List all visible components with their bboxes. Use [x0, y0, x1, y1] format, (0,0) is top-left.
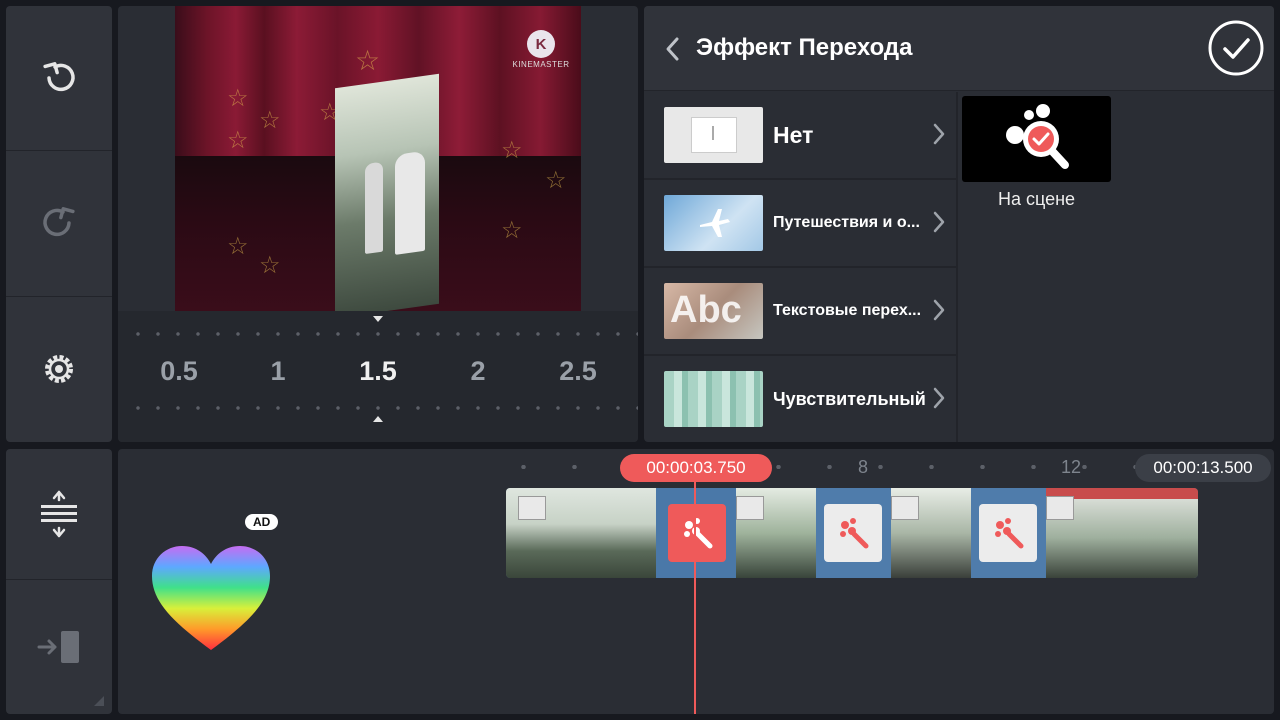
category-list: Нет Путешествия и о... Abc Текстовые пер… — [644, 92, 956, 442]
magic-wand-icon — [840, 518, 869, 549]
magic-wand-icon — [995, 518, 1024, 549]
speed-value-selected[interactable]: 1.5 — [348, 356, 408, 387]
preview-panel: ☆ ☆ ☆ ☆ ☆ ☆ ☆ ☆ ☆ ☆ K KINEMASTER 0.5 1 1… — [118, 6, 638, 442]
person-figure — [365, 161, 383, 255]
settings-button[interactable] — [6, 297, 112, 441]
sensitive-thumb — [664, 371, 763, 427]
effect-label: На сцене — [997, 189, 1076, 209]
total-time-badge: 00:00:13.500 — [1135, 454, 1271, 482]
logo-text: KINEMASTER — [512, 60, 570, 69]
transition-marker[interactable] — [824, 504, 882, 562]
clip-strip[interactable] — [506, 488, 1198, 578]
transition-marker[interactable] — [979, 504, 1037, 562]
chevron-right-icon — [933, 123, 945, 145]
export-button[interactable] — [6, 580, 112, 714]
category-label: Путешествия и о... — [773, 214, 920, 231]
star-decoration: ☆ — [227, 127, 249, 154]
none-thumb — [664, 107, 763, 163]
video-preview[interactable]: ☆ ☆ ☆ ☆ ☆ ☆ ☆ ☆ ☆ ☆ K KINEMASTER — [175, 6, 581, 311]
timeline-toolbar — [6, 449, 112, 714]
star-decoration: ☆ — [227, 233, 249, 260]
playhead[interactable] — [694, 479, 696, 714]
star-decoration: ☆ — [355, 45, 381, 76]
magic-wand-icon — [684, 518, 713, 549]
ruler-bottom-marker — [373, 416, 383, 422]
chevron-right-icon — [933, 299, 945, 321]
panel-header: Эффект Перехода — [644, 6, 1274, 91]
redo-icon — [43, 207, 75, 237]
time-tick-label: 8 — [858, 457, 869, 477]
image-clip-icon — [736, 496, 764, 520]
corner-resize-icon — [94, 696, 104, 706]
ad-badge: AD — [245, 514, 279, 530]
airplane-thumb — [664, 195, 763, 251]
star-decoration: ☆ — [259, 107, 281, 134]
category-item-travel[interactable]: Путешествия и о... — [644, 180, 956, 268]
star-decoration: ☆ — [545, 167, 567, 194]
ruler-top-marker — [373, 316, 383, 322]
magnifier-check-icon — [1005, 104, 1069, 169]
ruler-dots-bottom — [128, 406, 638, 410]
ruler-dots-top — [128, 332, 638, 336]
speed-value[interactable]: 1 — [248, 356, 308, 387]
expand-timeline-button[interactable] — [6, 449, 112, 579]
speed-value[interactable]: 2 — [448, 356, 508, 387]
timeline-panel: 8 12 00:00:03.750 00:00:13.500 AD — [118, 449, 1274, 714]
star-decoration: ☆ — [259, 252, 281, 279]
panel-divider — [956, 92, 958, 442]
image-clip-icon — [1046, 496, 1074, 520]
category-label: Чувствительный — [773, 388, 926, 409]
panel-title: Эффект Перехода — [696, 34, 913, 61]
chevron-right-icon — [933, 211, 945, 233]
transition-panel: Эффект Перехода Нет Путешествия и о... A… — [644, 6, 1274, 442]
transition-marker-selected[interactable] — [668, 504, 726, 562]
export-icon — [37, 631, 79, 663]
undo-button[interactable] — [6, 6, 112, 150]
chevron-left-icon[interactable] — [664, 36, 680, 62]
category-item-text[interactable]: Abc Текстовые перех... — [644, 268, 956, 356]
speed-value[interactable]: 0.5 — [149, 356, 209, 387]
rainbow-heart-icon[interactable] — [150, 544, 272, 654]
side-toolbar — [6, 6, 112, 442]
abc-thumb: Abc — [664, 283, 763, 339]
redo-button[interactable] — [6, 151, 112, 295]
airplane-icon — [700, 209, 730, 237]
star-decoration: ☆ — [501, 137, 523, 164]
star-decoration: ☆ — [501, 217, 523, 244]
transition-photo — [335, 73, 439, 311]
check-circle-icon[interactable] — [1208, 20, 1264, 76]
current-time-badge: 00:00:03.750 — [620, 454, 772, 482]
time-tick-label: 12 — [1061, 457, 1082, 477]
chevron-right-icon — [933, 387, 945, 409]
person-figure — [395, 150, 425, 255]
kinemaster-logo: K KINEMASTER — [511, 30, 571, 69]
category-item-none[interactable]: Нет — [644, 92, 956, 180]
speed-ruler[interactable]: 0.5 1 1.5 2 2.5 — [118, 311, 638, 442]
gear-icon — [45, 355, 73, 383]
speed-value[interactable]: 2.5 — [548, 356, 608, 387]
category-label: Текстовые перех... — [773, 302, 922, 319]
category-item-sensitive[interactable]: Чувствительный — [644, 356, 956, 442]
image-clip-icon — [891, 496, 919, 520]
category-label: Нет — [773, 121, 814, 148]
logo-mark: K — [527, 30, 555, 58]
star-decoration: ☆ — [227, 85, 249, 112]
undo-icon — [43, 62, 75, 92]
expand-vertical-icon — [41, 490, 77, 538]
image-clip-icon — [518, 496, 546, 520]
effect-on-stage-card[interactable] — [962, 96, 1111, 182]
